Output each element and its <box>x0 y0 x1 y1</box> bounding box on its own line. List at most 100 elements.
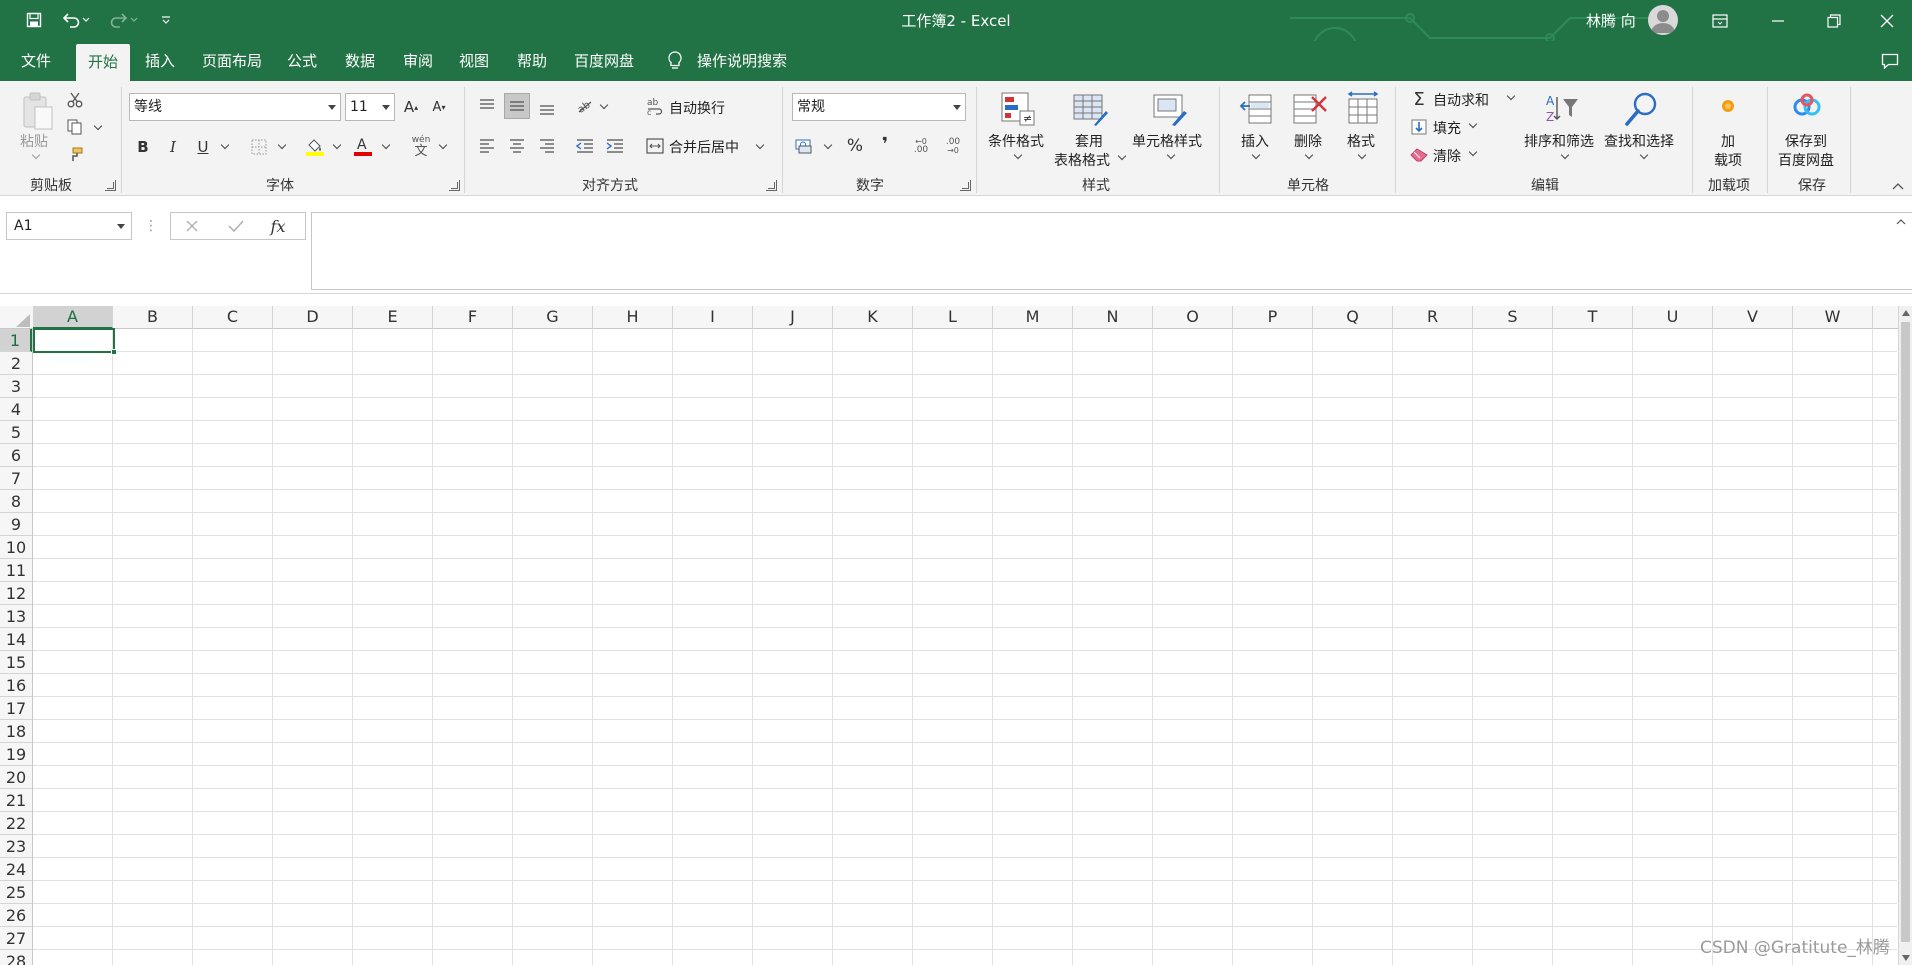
row-header-27[interactable]: 27 <box>0 927 32 950</box>
align-right-icon[interactable] <box>536 135 558 157</box>
copy-dropdown-icon[interactable] <box>93 121 103 131</box>
number-launcher-icon[interactable] <box>960 180 971 191</box>
fill-color-dropdown-icon[interactable] <box>332 140 342 150</box>
clipboard-launcher-icon[interactable] <box>105 180 116 191</box>
orientation-dropdown-icon[interactable] <box>599 100 609 110</box>
number-format-dropdown[interactable]: 常规 <box>792 93 966 121</box>
column-header-n[interactable]: N <box>1073 306 1153 329</box>
tab-page-layout[interactable]: 页面布局 <box>196 41 268 81</box>
grow-font-button[interactable]: A ▴ <box>400 96 422 118</box>
avatar[interactable] <box>1648 5 1678 35</box>
row-header-19[interactable]: 19 <box>0 743 32 766</box>
row-header-10[interactable]: 10 <box>0 536 32 559</box>
close-icon[interactable] <box>1862 0 1912 41</box>
column-header-h[interactable]: H <box>593 306 673 329</box>
cell-styles-icon[interactable] <box>1150 89 1190 129</box>
row-header-1[interactable]: 1 <box>0 329 32 352</box>
decrease-indent-icon[interactable] <box>574 135 596 157</box>
underline-dropdown-icon[interactable] <box>220 140 230 150</box>
bold-button[interactable]: B <box>132 136 154 158</box>
formula-input[interactable] <box>311 212 1912 290</box>
column-header-i[interactable]: I <box>673 306 753 329</box>
wrap-text-icon[interactable]: ab c <box>644 95 666 117</box>
tell-me-search[interactable]: 操作说明搜索 <box>696 41 788 81</box>
row-header-21[interactable]: 21 <box>0 789 32 812</box>
row-header-28[interactable]: 28 <box>0 950 32 965</box>
autosum-dropdown-icon[interactable] <box>1506 91 1516 101</box>
column-header-o[interactable]: O <box>1153 306 1233 329</box>
format-as-table-button[interactable]: 表格格式 <box>1054 150 1110 170</box>
vertical-scrollbar[interactable] <box>1898 306 1912 965</box>
row-header-22[interactable]: 22 <box>0 812 32 835</box>
column-header-s[interactable]: S <box>1473 306 1553 329</box>
insert-function-button[interactable]: fx <box>267 215 289 237</box>
conditional-formatting-button[interactable]: 条件格式 <box>988 131 1044 151</box>
more-options-icon[interactable]: ⋮ <box>140 215 162 237</box>
insert-cells-dropdown-icon[interactable] <box>1251 150 1261 160</box>
borders-dropdown-icon[interactable] <box>277 140 287 150</box>
font-color-dropdown-icon[interactable] <box>381 140 391 150</box>
delete-cells-icon[interactable] <box>1290 89 1330 129</box>
redo-icon[interactable] <box>106 8 142 32</box>
copy-icon[interactable] <box>64 116 86 138</box>
worksheet-grid[interactable]: ABCDEFGHIJKLMNOPQRSTUVW 1 2 3 4 5 6 7 8 9 10 11 12 1… <box>0 306 1912 965</box>
tab-formulas[interactable]: 公式 <box>280 41 324 81</box>
row-header-24[interactable]: 24 <box>0 858 32 881</box>
font-name-dropdown[interactable]: 等线 <box>129 93 341 121</box>
align-center-icon[interactable] <box>506 135 528 157</box>
column-header-d[interactable]: D <box>273 306 353 329</box>
format-as-table-dropdown-icon[interactable] <box>1117 151 1127 161</box>
align-left-icon[interactable] <box>476 135 498 157</box>
merge-dropdown-icon[interactable] <box>755 140 765 150</box>
tab-help[interactable]: 帮助 <box>510 41 554 81</box>
row-header-8[interactable]: 8 <box>0 490 32 513</box>
column-header-e[interactable]: E <box>353 306 433 329</box>
row-header-17[interactable]: 17 <box>0 697 32 720</box>
tab-review[interactable]: 审阅 <box>396 41 440 81</box>
customize-toolbar-icon[interactable] <box>156 8 176 32</box>
clear-dropdown-icon[interactable] <box>1468 147 1478 157</box>
save-to-netdisk-line2[interactable]: 百度网盘 <box>1778 150 1834 170</box>
tab-data[interactable]: 数据 <box>338 41 382 81</box>
format-cells-dropdown-icon[interactable] <box>1357 150 1367 160</box>
cut-icon[interactable] <box>64 89 86 111</box>
row-header-3[interactable]: 3 <box>0 375 32 398</box>
tab-view[interactable]: 视图 <box>452 41 496 81</box>
row-header-13[interactable]: 13 <box>0 605 32 628</box>
font-launcher-icon[interactable] <box>449 180 460 191</box>
fill-handle[interactable] <box>111 349 117 355</box>
row-header-11[interactable]: 11 <box>0 559 32 582</box>
user-name[interactable]: 林腾 向 <box>1586 10 1636 31</box>
insert-cells-button[interactable]: 插入 <box>1241 131 1269 151</box>
baidu-netdisk-icon[interactable] <box>1790 91 1824 121</box>
increase-indent-icon[interactable] <box>604 135 626 157</box>
pinyin-guide-button[interactable]: wén 文 <box>408 134 434 160</box>
font-color-icon[interactable]: A <box>352 135 374 157</box>
paste-button[interactable]: 粘贴 <box>20 131 48 151</box>
find-select-dropdown-icon[interactable] <box>1639 150 1649 160</box>
row-header-25[interactable]: 25 <box>0 881 32 904</box>
column-header-r[interactable]: R <box>1393 306 1473 329</box>
italic-button[interactable]: I <box>162 136 184 158</box>
row-header-20[interactable]: 20 <box>0 766 32 789</box>
cell-styles-button[interactable]: 单元格样式 <box>1132 131 1202 151</box>
column-header-g[interactable]: G <box>513 306 593 329</box>
find-select-icon[interactable] <box>1622 89 1662 129</box>
align-middle-icon[interactable] <box>504 93 530 119</box>
fill-icon[interactable] <box>1408 116 1430 138</box>
column-header-m[interactable]: M <box>993 306 1073 329</box>
row-header-16[interactable]: 16 <box>0 674 32 697</box>
orientation-icon[interactable]: ab <box>574 95 596 117</box>
eraser-icon[interactable] <box>1408 144 1430 166</box>
collapse-ribbon-icon[interactable] <box>1890 180 1906 192</box>
column-header-c[interactable]: C <box>193 306 273 329</box>
paste-icon[interactable] <box>18 89 58 133</box>
conditional-formatting-dropdown-icon[interactable] <box>1013 150 1023 160</box>
shrink-font-button[interactable]: A ▾ <box>428 96 450 118</box>
column-header-j[interactable]: J <box>753 306 833 329</box>
pinyin-dropdown-icon[interactable] <box>438 140 448 150</box>
font-size-dropdown[interactable]: 11 <box>345 93 395 121</box>
row-header-4[interactable]: 4 <box>0 398 32 421</box>
format-as-table-line1[interactable]: 套用 <box>1075 131 1103 151</box>
percent-button[interactable]: % <box>844 135 866 157</box>
